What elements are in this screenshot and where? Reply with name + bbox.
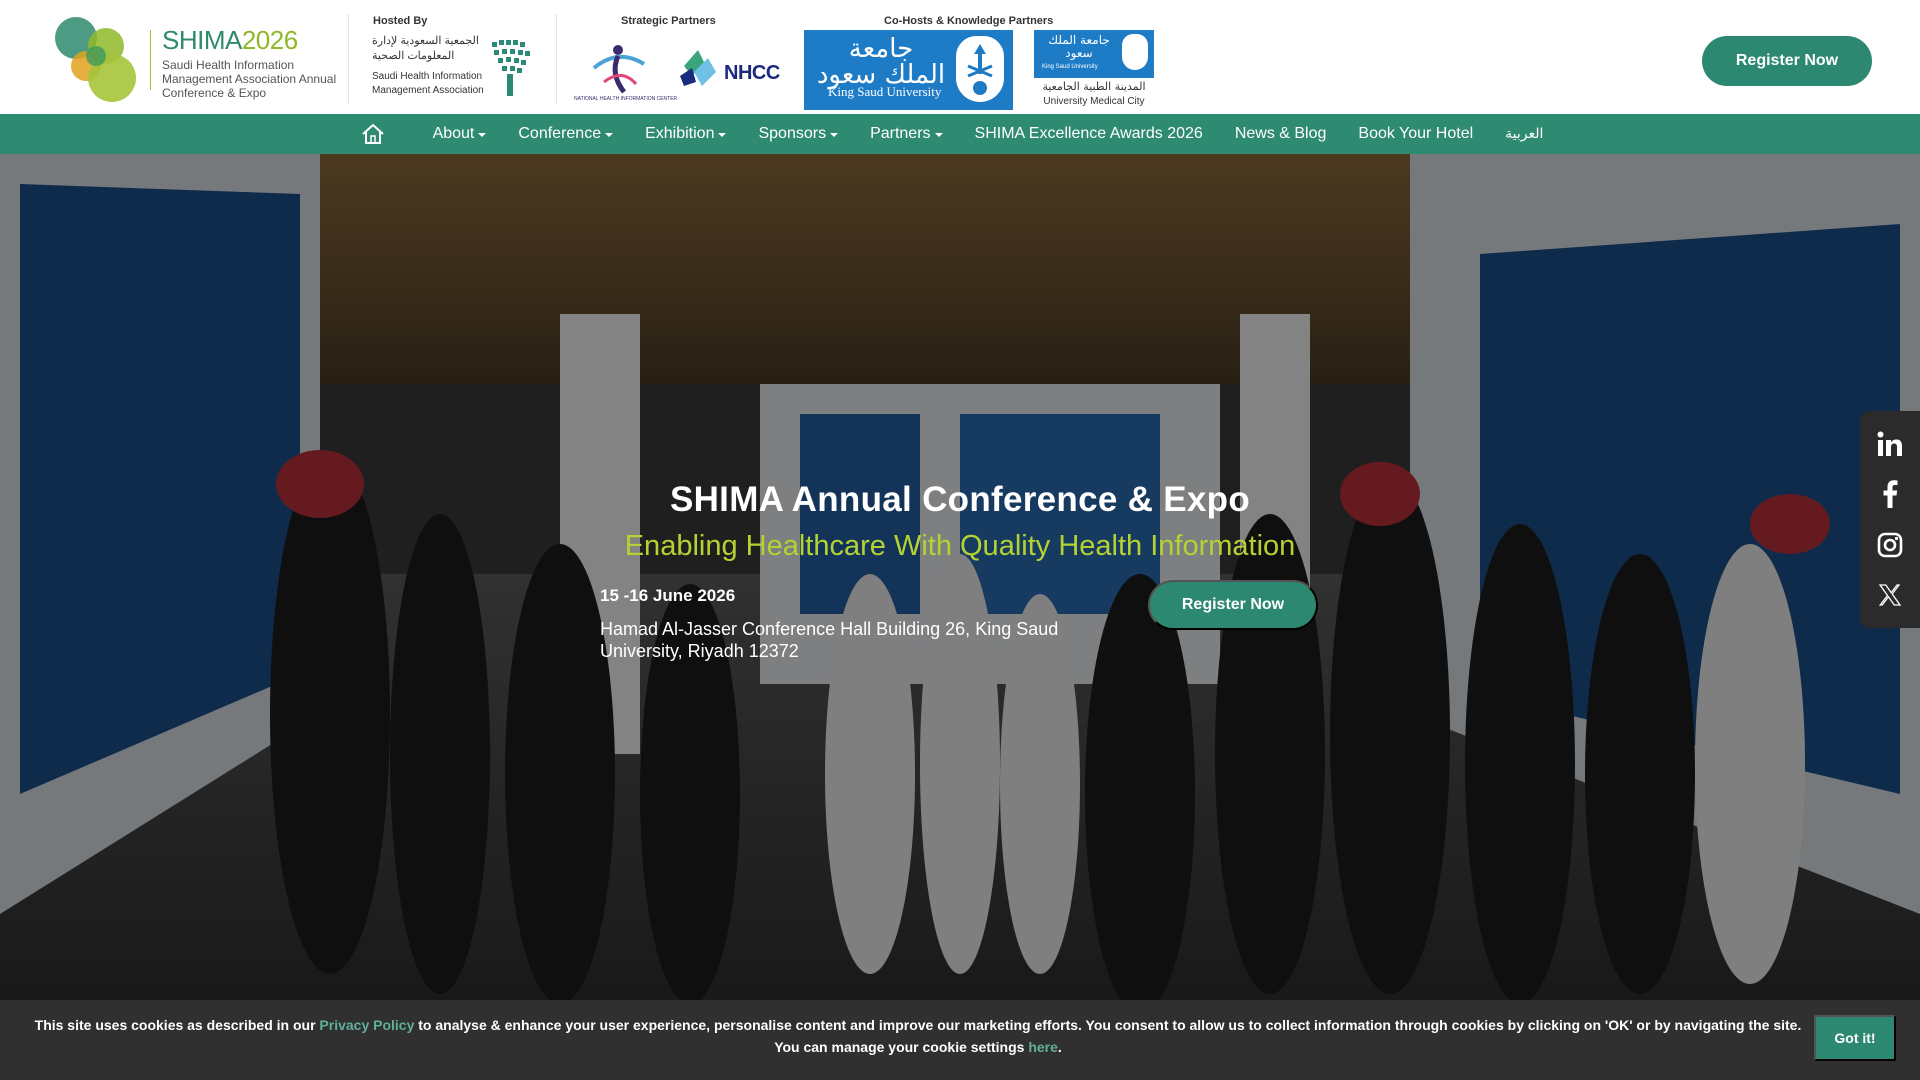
cookie-consent-bar: This site uses cookies as described in o… — [0, 1000, 1920, 1080]
caret-down-icon — [605, 133, 614, 137]
hosted-by-label: Hosted By — [373, 15, 428, 27]
kumc-logo[interactable]: جامعة الملك سعود King Saud University ال… — [1034, 30, 1154, 110]
sham-english-name: Saudi Health Information Management Asso… — [372, 71, 484, 96]
nav-item-label: Book Your Hotel — [1358, 125, 1474, 142]
ksu-logo[interactable]: جامعة الملك سعود King Saud University — [804, 30, 1013, 110]
nav-item-label: Partners — [870, 125, 931, 142]
logo-divider — [150, 30, 151, 90]
nhcc-logo-mark — [680, 50, 716, 86]
nhic-logo[interactable]: NATIONAL HEALTH INFORMATION CENTER — [574, 38, 677, 108]
hero-register-button[interactable]: Register Now — [1148, 580, 1318, 630]
shima-logo-text: SHIMA2026 Saudi Health Information Manag… — [162, 26, 352, 100]
logo-title: SHIMA2026 — [162, 26, 352, 54]
home-icon[interactable] — [361, 121, 387, 147]
kumc-small-english: King Saud University — [1042, 64, 1098, 70]
event-venue: Hamad Al-Jasser Conference Hall Building… — [600, 619, 1059, 661]
header-separator — [348, 14, 349, 104]
header-separator — [556, 14, 557, 104]
x-icon[interactable] — [1875, 580, 1905, 610]
ksu-crest-icon — [956, 36, 1004, 102]
cohosts-label: Co-Hosts & Knowledge Partners — [884, 15, 1054, 27]
facebook-icon[interactable] — [1875, 479, 1905, 509]
nav-item-conference[interactable]: Conference — [502, 114, 629, 154]
nav-item-label: News & Blog — [1234, 125, 1327, 142]
kumc-crest-icon — [1122, 34, 1148, 70]
caret-down-icon — [718, 133, 727, 137]
privacy-policy-link[interactable]: Privacy Policy — [319, 1017, 414, 1033]
cookie-text-part: . — [1057, 1039, 1062, 1055]
hero-content: SHIMA Annual Conference & Expo Enabling … — [600, 480, 1320, 661]
nav-item-arabic[interactable]: العربية — [1489, 114, 1559, 154]
nhcc-logo[interactable]: NHCC — [674, 42, 782, 92]
nav-item-label: Sponsors — [758, 125, 827, 142]
cookie-settings-link[interactable]: here — [1028, 1039, 1058, 1055]
site-header: SHIMA2026 Saudi Health Information Manag… — [0, 0, 1920, 114]
nav-item-label: SHIMA Excellence Awards 2026 — [974, 125, 1203, 142]
nav-item-book-hotel[interactable]: Book Your Hotel — [1342, 114, 1489, 154]
logo-title-shima: SHIMA — [162, 25, 242, 55]
instagram-icon[interactable] — [1875, 530, 1905, 560]
cookie-text-part: This site uses cookies as described in o… — [34, 1017, 320, 1033]
ksu-english-name: King Saud University — [828, 84, 942, 99]
main-nav: About Conference Exhibition Sponsors Par… — [0, 114, 1920, 154]
sham-logo-mark — [492, 40, 530, 96]
nav-items: About Conference Exhibition Sponsors Par… — [361, 114, 1560, 154]
sham-logo[interactable]: الجمعية السعودية لإدارة المعلومات الصحية… — [372, 34, 532, 104]
nav-item-exhibition[interactable]: Exhibition — [629, 114, 742, 154]
nav-item-news-blog[interactable]: News & Blog — [1219, 114, 1343, 154]
hero-overlay — [0, 154, 1920, 1000]
strategic-partners-label: Strategic Partners — [621, 15, 716, 27]
caret-down-icon — [478, 133, 487, 137]
cookie-message: This site uses cookies as described in o… — [26, 1014, 1810, 1058]
hero-tagline: Enabling Healthcare With Quality Health … — [624, 530, 1296, 562]
nhcc-name: NHCC — [724, 62, 780, 84]
cookie-accept-button[interactable]: Got it! — [1814, 1015, 1896, 1061]
nav-item-excellence-awards[interactable]: SHIMA Excellence Awards 2026 — [959, 114, 1219, 154]
caret-down-icon — [934, 133, 943, 137]
caret-down-icon — [830, 133, 839, 137]
nav-item-sponsors[interactable]: Sponsors — [742, 114, 854, 154]
logo-subtitle: Saudi Health Information Management Asso… — [162, 58, 337, 100]
nav-item-label: Exhibition — [645, 125, 715, 142]
shima-logo[interactable]: SHIMA2026 Saudi Health Information Manag… — [52, 16, 342, 102]
social-links — [1860, 411, 1920, 628]
nhic-caption: NATIONAL HEALTH INFORMATION CENTER — [574, 96, 678, 102]
nav-item-about[interactable]: About — [417, 114, 503, 154]
nav-item-label: Conference — [518, 125, 602, 142]
cookie-text-part: to analyse & enhance your user experienc… — [414, 1017, 1802, 1055]
header-register-button[interactable]: Register Now — [1702, 36, 1872, 86]
nav-item-label: About — [432, 125, 475, 142]
linkedin-icon[interactable] — [1875, 429, 1905, 459]
hero-section: SHIMA Annual Conference & Expo Enabling … — [0, 154, 1920, 1000]
event-date: 15 -16 June 2026 — [600, 586, 736, 605]
nav-item-partners[interactable]: Partners — [854, 114, 958, 154]
logo-title-year: 2026 — [241, 25, 298, 55]
nav-item-label: العربية — [1505, 126, 1544, 142]
shima-logo-mark — [55, 17, 136, 102]
kumc-arabic-name-2: المدينة الطبية الجامعية — [1042, 80, 1146, 93]
nhic-logo-mark — [592, 45, 646, 94]
kumc-english-name: University Medical City — [1043, 96, 1145, 107]
kumc-arabic-name: جامعة الملك سعود — [1048, 33, 1110, 60]
kumc-logo-box: جامعة الملك سعود King Saud University — [1034, 30, 1154, 78]
sham-arabic-name: الجمعية السعودية لإدارة المعلومات الصحية — [372, 35, 479, 62]
hero-title: SHIMA Annual Conference & Expo — [669, 480, 1251, 519]
ksu-arabic-name: جامعة الملك سعود — [816, 34, 946, 90]
